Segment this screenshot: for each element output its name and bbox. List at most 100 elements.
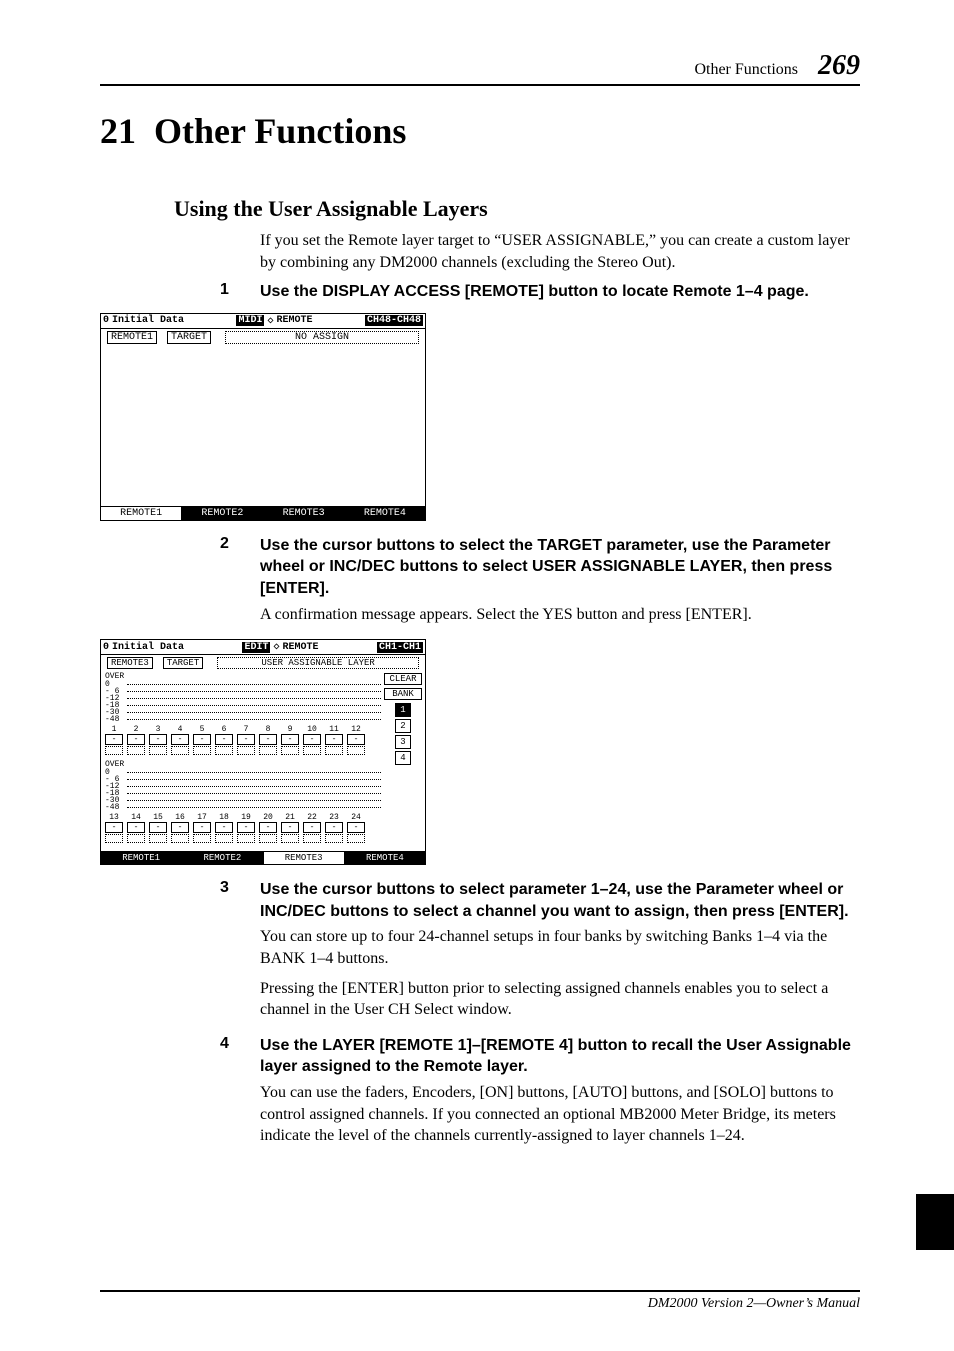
scene-number: 0 (103, 315, 109, 326)
subpage-box: REMOTE1 (107, 331, 157, 344)
channel-slot-5[interactable]: 5- (193, 725, 211, 755)
channel-assign-box[interactable]: - (237, 734, 255, 745)
channel-assign-box[interactable]: - (259, 734, 277, 745)
intro-paragraph: If you set the Remote layer target to “U… (260, 230, 860, 273)
channel-meter-box (259, 746, 277, 755)
step-3-para1: You can store up to four 24-channel setu… (260, 926, 860, 969)
channel-slot-1[interactable]: 1- (105, 725, 123, 755)
step-4-head: Use the LAYER [REMOTE 1]–[REMOTE 4] butt… (260, 1035, 860, 1078)
channel-number: 14 (127, 813, 145, 822)
channel-assign-box[interactable]: - (127, 734, 145, 745)
channel-number: 19 (237, 813, 255, 822)
channel-meter-box (237, 834, 255, 843)
bank-button-1[interactable]: 1 (395, 703, 411, 717)
channel-slot-7[interactable]: 7- (237, 725, 255, 755)
channel-slot-10[interactable]: 10- (303, 725, 321, 755)
channel-assign-box[interactable]: - (215, 734, 233, 745)
ch-range: CH1-CH1 (377, 642, 423, 653)
footer: DM2000 Version 2—Owner’s Manual (100, 1290, 860, 1312)
channel-assign-box[interactable]: - (193, 734, 211, 745)
channel-assign-box[interactable]: - (325, 734, 343, 745)
channel-assign-box[interactable]: - (237, 822, 255, 833)
channel-slot-23[interactable]: 23- (325, 813, 343, 843)
clear-button[interactable]: CLEAR (384, 673, 422, 685)
channel-assign-box[interactable]: - (105, 734, 123, 745)
channel-slot-16[interactable]: 16- (171, 813, 189, 843)
channel-slot-6[interactable]: 6- (215, 725, 233, 755)
channel-assign-box[interactable]: - (215, 822, 233, 833)
channel-assign-box[interactable]: - (149, 734, 167, 745)
channel-slot-14[interactable]: 14- (127, 813, 145, 843)
channel-slot-13[interactable]: 13- (105, 813, 123, 843)
channel-meter-box (149, 746, 167, 755)
channel-assign-box[interactable]: - (347, 734, 365, 745)
edit-flag: EDIT (242, 642, 270, 653)
channel-number: 22 (303, 813, 321, 822)
channel-slot-17[interactable]: 17- (193, 813, 211, 843)
channel-slot-20[interactable]: 20- (259, 813, 277, 843)
channel-slot-3[interactable]: 3- (149, 725, 167, 755)
channel-number: 1 (105, 725, 123, 734)
channel-assign-box[interactable]: - (303, 822, 321, 833)
channel-slot-11[interactable]: 11- (325, 725, 343, 755)
channel-meter-box (127, 834, 145, 843)
lcd1-tab-remote4[interactable]: REMOTE4 (345, 507, 425, 520)
step-4-para: You can use the faders, Encoders, [ON] b… (260, 1082, 860, 1147)
channel-number: 18 (215, 813, 233, 822)
meter-over-label: OVER (105, 673, 381, 681)
channel-assign-box[interactable]: - (281, 822, 299, 833)
bank-button-2[interactable]: 2 (395, 719, 411, 733)
channel-meter-box (193, 834, 211, 843)
channel-assign-box[interactable]: - (171, 822, 189, 833)
meter-tick: -12 (105, 783, 381, 790)
channel-slot-22[interactable]: 22- (303, 813, 321, 843)
channel-assign-box[interactable]: - (347, 822, 365, 833)
channel-assign-box[interactable]: - (303, 734, 321, 745)
bank-button-3[interactable]: 3 (395, 735, 411, 749)
page-number: 269 (818, 50, 860, 81)
lcd1-tab-remote2[interactable]: REMOTE2 (182, 507, 263, 520)
channel-number: 9 (281, 725, 299, 734)
channel-number: 24 (347, 813, 365, 822)
bank-button-4[interactable]: 4 (395, 751, 411, 765)
channel-slot-12[interactable]: 12- (347, 725, 365, 755)
channel-slot-18[interactable]: 18- (215, 813, 233, 843)
channel-slot-15[interactable]: 15- (149, 813, 167, 843)
header-rule (100, 84, 860, 86)
lcd2-tab-remote4[interactable]: REMOTE4 (345, 852, 425, 864)
channel-row-top: 1-2-3-4-5-6-7-8-9-10-11-12- (105, 725, 381, 755)
lcd1-tab-remote1[interactable]: REMOTE1 (101, 507, 182, 520)
channel-assign-box[interactable]: - (105, 822, 123, 833)
channel-meter-box (303, 834, 321, 843)
lcd1-tab-remote3[interactable]: REMOTE3 (264, 507, 345, 520)
channel-slot-2[interactable]: 2- (127, 725, 145, 755)
channel-assign-box[interactable]: - (325, 822, 343, 833)
channel-slot-19[interactable]: 19- (237, 813, 255, 843)
channel-assign-box[interactable]: - (127, 822, 145, 833)
channel-slot-4[interactable]: 4- (171, 725, 189, 755)
step-2: 2 Use the cursor buttons to select the T… (220, 535, 860, 633)
channel-meter-box (303, 746, 321, 755)
channel-meter-box (281, 746, 299, 755)
channel-meter-box (127, 746, 145, 755)
channel-number: 21 (281, 813, 299, 822)
channel-assign-box[interactable]: - (193, 822, 211, 833)
lcd2-tab-remote2[interactable]: REMOTE2 (182, 852, 263, 864)
lcd2-tab-remote1[interactable]: REMOTE1 (101, 852, 182, 864)
channel-slot-9[interactable]: 9- (281, 725, 299, 755)
meter-tick: - 6 (105, 688, 381, 695)
channel-number: 20 (259, 813, 277, 822)
meter-tick: 0 (105, 769, 381, 776)
channel-slot-21[interactable]: 21- (281, 813, 299, 843)
channel-slot-8[interactable]: 8- (259, 725, 277, 755)
meter-tick: -48 (105, 804, 381, 811)
channel-assign-box[interactable]: - (259, 822, 277, 833)
channel-number: 6 (215, 725, 233, 734)
channel-slot-24[interactable]: 24- (347, 813, 365, 843)
channel-assign-box[interactable]: - (171, 734, 189, 745)
step-2-para: A confirmation message appears. Select t… (260, 604, 860, 626)
chapter-title: 21 Other Functions (100, 110, 860, 152)
lcd2-tab-remote3[interactable]: REMOTE3 (264, 852, 345, 864)
channel-assign-box[interactable]: - (149, 822, 167, 833)
channel-assign-box[interactable]: - (281, 734, 299, 745)
